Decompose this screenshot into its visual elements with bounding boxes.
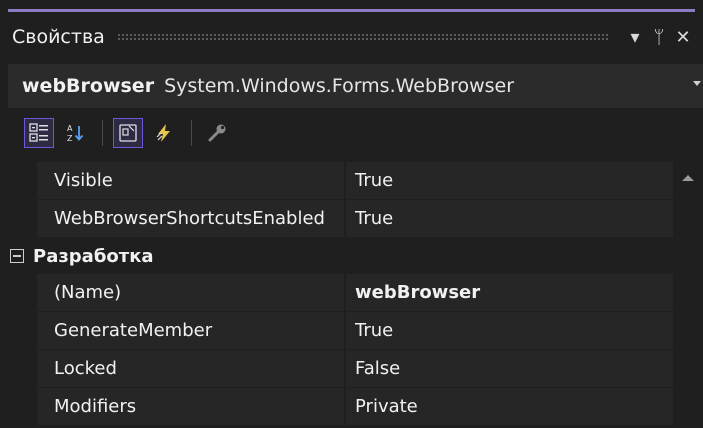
property-value[interactable]: True [346, 162, 673, 200]
properties-toolbar: A Z [8, 110, 703, 156]
wrench-icon [208, 124, 226, 142]
title-bar[interactable]: Свойства ▾ ᛘ ✕ [8, 12, 695, 62]
property-grid: Visible True WebBrowserShortcutsEnabled … [8, 162, 673, 426]
property-row[interactable]: Modifiers Private [8, 388, 673, 426]
row-gutter [8, 200, 37, 238]
properties-window: Свойства ▾ ᛘ ✕ webBrowser System.Windows… [0, 0, 703, 428]
property-value[interactable]: Private [346, 388, 673, 426]
property-pages-button[interactable] [202, 118, 232, 148]
close-button[interactable]: ✕ [671, 23, 695, 51]
toolbar-separator [102, 120, 103, 146]
object-selector[interactable]: webBrowser System.Windows.Forms.WebBrows… [8, 64, 703, 108]
pin-icon: ᛘ [653, 26, 665, 48]
alphabetical-button[interactable]: A Z [60, 118, 90, 148]
row-gutter [8, 162, 37, 200]
property-name: (Name) [37, 274, 346, 312]
property-row[interactable]: WebBrowserShortcutsEnabled True [8, 200, 673, 238]
category-label: Разработка [33, 245, 154, 267]
dropdown-arrow-icon: ▾ [630, 26, 640, 48]
chevron-down-icon[interactable] [693, 81, 701, 86]
object-name: webBrowser [22, 75, 155, 97]
collapse-icon[interactable] [10, 249, 24, 263]
alphabetical-icon: A Z [67, 124, 84, 143]
scroll-up-arrow-icon[interactable] [682, 175, 694, 181]
lightning-icon [156, 124, 170, 142]
property-name: Visible [37, 162, 346, 200]
categorized-icon [29, 123, 48, 142]
property-row[interactable]: GenerateMember True [8, 312, 673, 350]
property-row[interactable]: Visible True [8, 162, 673, 200]
properties-button[interactable] [113, 118, 143, 148]
svg-text:Z: Z [67, 134, 73, 143]
vertical-scrollbar[interactable] [673, 162, 703, 428]
svg-text:A: A [67, 124, 73, 133]
property-name: Modifiers [37, 388, 346, 426]
property-name: GenerateMember [37, 312, 346, 350]
window-title: Свойства [12, 26, 105, 48]
property-value[interactable]: webBrowser [346, 274, 673, 312]
property-row[interactable]: Locked False [8, 350, 673, 388]
pin-button[interactable]: ᛘ [647, 23, 671, 51]
property-name: WebBrowserShortcutsEnabled [37, 200, 346, 238]
categorized-button[interactable] [24, 118, 54, 148]
drag-grip[interactable] [116, 33, 609, 41]
window-menu-button[interactable]: ▾ [623, 23, 647, 51]
properties-icon [119, 124, 137, 142]
row-gutter [8, 312, 37, 350]
object-type: System.Windows.Forms.WebBrowser [164, 75, 515, 97]
close-icon: ✕ [675, 26, 691, 48]
row-gutter [8, 350, 37, 388]
events-button[interactable] [149, 118, 179, 148]
property-name: Locked [37, 350, 346, 388]
category-row[interactable]: Разработка [8, 238, 673, 274]
row-gutter [8, 274, 37, 312]
row-gutter [8, 388, 37, 426]
property-row[interactable]: (Name) webBrowser [8, 274, 673, 312]
property-value[interactable]: False [346, 350, 673, 388]
toolbar-separator [191, 120, 192, 146]
property-value[interactable]: True [346, 200, 673, 238]
property-value[interactable]: True [346, 312, 673, 350]
